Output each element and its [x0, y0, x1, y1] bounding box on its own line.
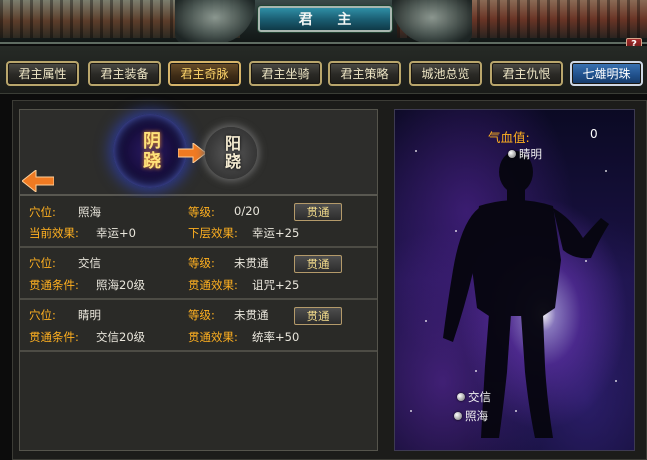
tab-monarch-strategy[interactable]: 君主策略	[328, 61, 401, 86]
acupoint-name: 睛明	[78, 308, 101, 322]
break-through-button[interactable]: 贯通	[294, 255, 342, 273]
level-label: 等级:	[188, 308, 215, 322]
next-meridian-name: 阳跷	[222, 135, 241, 171]
condition-value: 交信20级	[96, 330, 146, 344]
hp-label: 气血值:	[488, 130, 530, 145]
level-label: 等级:	[188, 205, 215, 219]
acupoint-label: 穴位:	[29, 205, 56, 219]
acupoint-dot-icon	[454, 412, 462, 420]
acupoint-marker-label: 交信	[468, 390, 491, 404]
break-through-button[interactable]: 贯通	[294, 307, 342, 325]
acupoint-name: 交信	[78, 256, 101, 270]
break-effect-label: 贯通效果:	[188, 278, 238, 292]
window-title: 君 主	[298, 12, 362, 28]
tab-monarch-equipment[interactable]: 君主装备	[88, 61, 161, 86]
current-meridian-orb[interactable]: 阴跷	[113, 114, 187, 188]
meridian-selector: 阴跷 阳跷	[20, 110, 377, 196]
tab-monarch-mount[interactable]: 君主坐骑	[249, 61, 322, 86]
break-effect-label: 贯通效果:	[188, 330, 238, 344]
condition-label: 贯通条件:	[29, 330, 79, 344]
condition-label: 贯通条件:	[29, 278, 79, 292]
acupoint-name: 照海	[78, 205, 101, 219]
break-effect-value: 统率+50	[252, 330, 300, 344]
dragon-left-ornament	[175, 0, 255, 42]
level-value: 0/20	[234, 204, 260, 218]
tab-monarch-attributes[interactable]: 君主属性	[6, 61, 79, 86]
arrow-right-icon	[178, 143, 206, 163]
acupoint-marker-zhaohai[interactable]: 照海	[454, 408, 488, 424]
acupoint-label: 穴位:	[29, 308, 56, 322]
acupoint-marker-jingming[interactable]: 睛明	[508, 146, 542, 162]
window-title-plate: 君 主	[258, 6, 392, 32]
next-effect-label: 下层效果:	[188, 226, 238, 240]
tab-seven-pearls[interactable]: 七雄明珠	[570, 61, 643, 86]
acupoint-row: 穴位: 睛明 等级: 未贯通 贯通 贯通条件: 交信20级 贯通效果: 统率+5…	[20, 302, 377, 352]
next-meridian-orb[interactable]: 阳跷	[205, 127, 257, 179]
hp-value: 0	[590, 127, 598, 141]
level-value: 未贯通	[234, 308, 269, 322]
acupoint-marker-label: 照海	[465, 409, 488, 423]
acupoint-panel: 阴跷 阳跷 穴位: 照海 等级: 0/20 贯通 当前效果: 幸运+0 下层效果…	[19, 109, 378, 451]
acupoint-marker-jiaoxin[interactable]: 交信	[457, 389, 491, 405]
level-label: 等级:	[188, 256, 215, 270]
break-through-button[interactable]: 贯通	[294, 203, 342, 221]
meridian-figure-panel: 气血值: 0 睛明 交信 照海	[394, 109, 635, 451]
title-banner: 君 主	[0, 0, 647, 44]
effect-value: 幸运+0	[96, 226, 136, 240]
effect-label: 当前效果:	[29, 226, 79, 240]
current-meridian-name: 阴跷	[140, 131, 161, 171]
acupoint-dot-icon	[508, 150, 516, 158]
next-effect-value: 幸运+25	[252, 226, 300, 240]
condition-value: 照海20级	[96, 278, 146, 292]
acupoint-label: 穴位:	[29, 256, 56, 270]
arrow-left-icon[interactable]	[22, 170, 54, 192]
break-effect-value: 诅咒+25	[252, 278, 300, 292]
tab-bar: 君主属性 君主装备 君主奇脉 君主坐骑 君主策略 城池总览 君主仇恨 七雄明珠	[0, 46, 647, 94]
acupoint-marker-label: 睛明	[519, 147, 542, 161]
tab-monarch-hatred[interactable]: 君主仇恨	[490, 61, 563, 86]
tab-monarch-meridians[interactable]: 君主奇脉	[168, 61, 241, 86]
acupoint-dot-icon	[457, 393, 465, 401]
acupoint-row: 穴位: 交信 等级: 未贯通 贯通 贯通条件: 照海20级 贯通效果: 诅咒+2…	[20, 250, 377, 300]
acupoint-row: 穴位: 照海 等级: 0/20 贯通 当前效果: 幸运+0 下层效果: 幸运+2…	[20, 198, 377, 248]
tab-city-overview[interactable]: 城池总览	[409, 61, 482, 86]
level-value: 未贯通	[234, 256, 269, 270]
